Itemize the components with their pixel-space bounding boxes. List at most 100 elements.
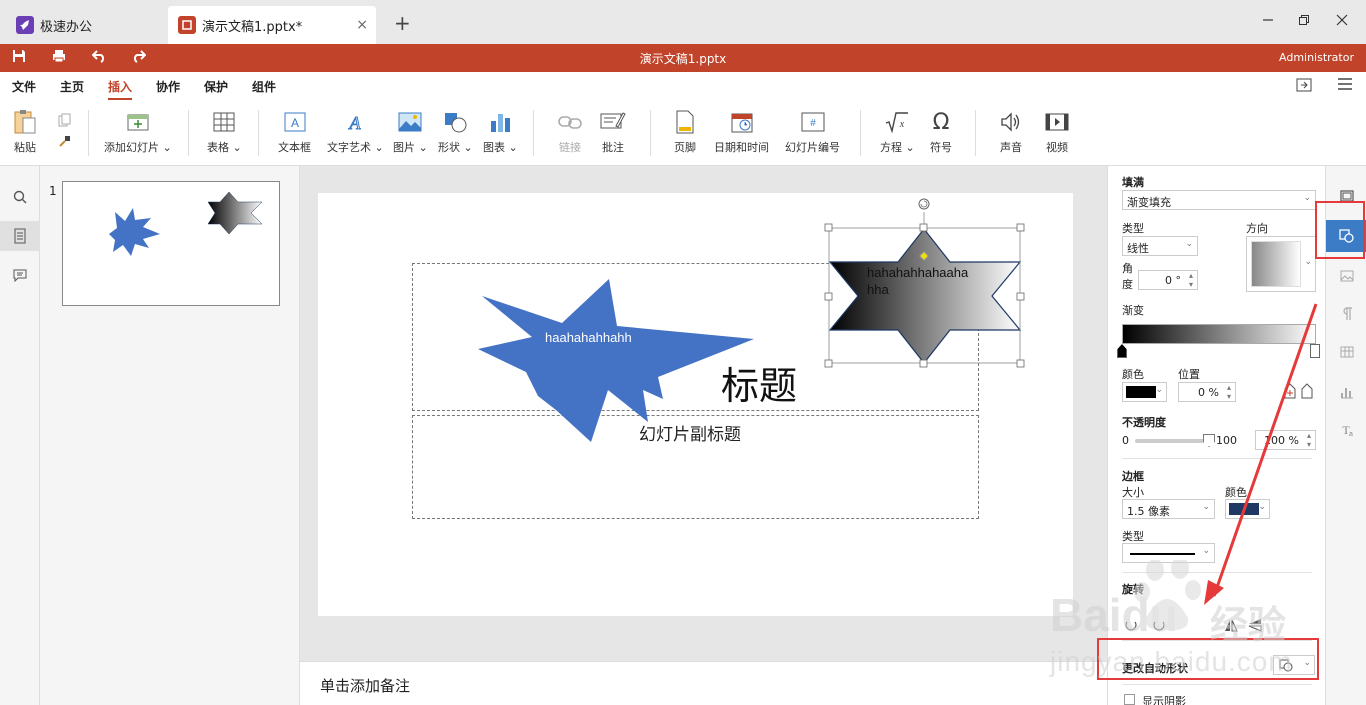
stop-color-picker[interactable]: ⌄ [1122,382,1167,402]
border-size-label: 大小 [1122,486,1144,499]
menu-plugins[interactable]: 组件 [252,78,276,95]
audio-button[interactable]: 声音 [998,110,1024,160]
footer-icon [672,110,698,134]
star-shape-text: haahahahhahh [545,330,632,345]
search-icon[interactable] [0,182,40,212]
link-icon [557,110,583,134]
slide-canvas[interactable]: 标题 幻灯片副标题 haahahahhahh hahahahhahaaha hh… [318,193,1073,616]
equation-button[interactable]: x 方程 ⌄ [880,110,915,160]
copy-icon [52,112,78,128]
minimize-icon[interactable] [1262,12,1274,30]
picture-icon [397,110,423,134]
explosion-star-shape [478,279,754,442]
menu-file[interactable]: 文件 [12,78,36,95]
comment-label: 批注 [602,141,624,154]
video-label: 视频 [1046,141,1068,154]
star-shape-graphic[interactable] [468,273,768,453]
hexagram-shape [828,228,1022,364]
menu-protect[interactable]: 保护 [204,78,228,95]
table-button[interactable]: 表格 ⌄ [207,110,242,160]
close-tab-icon[interactable]: × [356,17,368,33]
slide-thumbnail[interactable] [62,181,280,306]
slide-number-icon: # [800,110,826,134]
paragraph-settings-icon[interactable] [1326,298,1366,330]
link-button[interactable]: 链接 [557,110,583,160]
thumbnail-hexagram-shape [207,191,263,235]
slide-number-button[interactable]: # 幻灯片编号 [785,110,840,160]
slide-number-label: 幻灯片编号 [785,141,840,154]
add-slide-label: 添加幻灯片 ⌄ [104,141,172,154]
tab-home[interactable]: 极速办公 [6,6,161,44]
add-slide-icon [125,110,151,134]
menu-home[interactable]: 主页 [60,78,84,95]
textbox-icon: A [282,110,308,134]
wordart-icon: A [342,110,368,134]
direction-label: 方向 [1246,222,1268,235]
watermark-brand: Baidu [1050,589,1178,641]
angle-label-1: 角 [1122,262,1133,275]
angle-label-2: 度 [1122,278,1133,291]
gradient-label: 渐变 [1122,304,1144,317]
menu-collaborate[interactable]: 协作 [156,78,180,95]
picture-button[interactable]: 图片 ⌄ [393,110,428,160]
ribbon-toolbar: 粘贴 添加幻灯片 ⌄ 表格 ⌄ A 文本框 A 文字艺术 ⌄ 图片 ⌄ 形状 ⌄… [0,100,1366,166]
svg-text:a: a [1349,431,1353,437]
textbox-button[interactable]: A 文本框 [278,110,311,160]
format-painter-icon [52,133,78,149]
chart-button[interactable]: 图表 ⌄ [483,110,518,160]
wordart-button[interactable]: A 文字艺术 ⌄ [327,110,384,160]
chart-icon [487,110,513,134]
hexagram-shape-graphic[interactable] [818,193,1038,373]
restore-icon[interactable] [1298,12,1310,30]
direction-picker[interactable]: ⌄ [1246,236,1316,292]
menu-hamburger-icon[interactable] [1338,78,1352,94]
symbol-button[interactable]: Ω 符号 [928,110,954,160]
rotate-handle-icon [918,198,930,210]
open-location-icon[interactable] [1296,78,1312,96]
border-type-label: 类型 [1122,530,1144,543]
datetime-button[interactable]: 日期和时间 [714,110,769,160]
shape-icon [442,110,468,134]
comment-button[interactable]: 批注 [600,110,626,160]
svg-text:A: A [349,113,362,132]
text-art-settings-icon[interactable]: Ta [1326,414,1366,446]
show-shadow-label: 显示阴影 [1142,695,1186,705]
video-button[interactable]: 视频 [1044,110,1070,160]
gradient-type-select[interactable]: 线性 ⌄ [1122,236,1198,256]
tab-document[interactable]: 演示文稿1.pptx* × [168,6,376,44]
omega-icon: Ω [932,109,950,135]
paste-button[interactable]: 粘贴 [12,110,38,160]
watermark-url: jingyan.baidu.com [1050,646,1293,677]
comments-panel-icon[interactable] [0,260,40,290]
notes-area[interactable]: 单击添加备注 [300,661,1107,705]
gradient-stop-left[interactable] [1117,344,1127,358]
tab-strip: 极速办公 演示文稿1.pptx* × + [0,0,1366,44]
slide-canvas-area: 标题 幻灯片副标题 haahahahhahh hahahahhahaaha hh… [300,166,1107,661]
fill-type-select[interactable]: 渐变填充 ⌄ [1122,190,1316,210]
thumbnail-number: 1 [49,184,57,198]
left-rail [0,166,40,705]
angle-input[interactable]: 0 ° ▴ ▾ [1138,270,1198,290]
footer-button[interactable]: 页脚 [672,110,698,160]
footer-label: 页脚 [674,141,696,154]
show-shadow-checkbox[interactable] [1124,694,1135,705]
table-settings-icon[interactable] [1326,336,1366,368]
shape-button[interactable]: 形状 ⌄ [438,110,473,160]
picture-label: 图片 ⌄ [393,141,428,154]
menu-insert[interactable]: 插入 [108,78,133,100]
slides-panel-icon[interactable] [0,221,40,251]
watermark-brand-cn: 经验 [1210,603,1287,647]
stop-color-label: 颜色 [1122,368,1144,381]
svg-text:#: # [810,118,816,129]
image-settings-icon[interactable] [1326,260,1366,292]
chart-settings-icon[interactable] [1326,376,1366,408]
copy-format-button[interactable] [52,112,78,162]
textbox-label: 文本框 [278,141,311,154]
add-slide-button[interactable]: 添加幻灯片 ⌄ [104,110,172,160]
user-name[interactable]: Administrator [1279,51,1354,64]
thumbnail-star-shape [109,208,160,256]
new-tab-button[interactable]: + [394,11,411,35]
datetime-label: 日期和时间 [714,141,769,154]
hexagram-text-line-1: hahahahhahaaha [867,265,969,280]
close-window-icon[interactable] [1336,12,1348,30]
